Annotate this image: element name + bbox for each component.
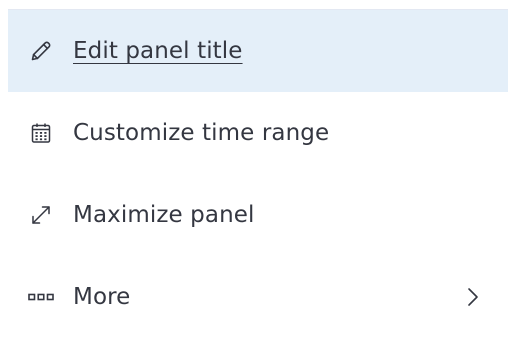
panel-context-menu: Edit panel title Customize time range Ma…: [0, 0, 508, 329]
menu-item-more[interactable]: More: [8, 256, 508, 338]
calendar-icon: [28, 120, 54, 146]
menu-item-maximize-panel[interactable]: Maximize panel: [8, 174, 508, 256]
menu-item-label: Customize time range: [73, 119, 330, 146]
menu-item-label: More: [73, 283, 131, 310]
pencil-icon: [28, 38, 54, 64]
menu-item-label: Maximize panel: [73, 201, 255, 228]
menu-item-customize-time-range[interactable]: Customize time range: [8, 92, 508, 174]
chevron-right-icon: [466, 286, 480, 308]
menu-item-label: Edit panel title: [73, 37, 243, 64]
more-dots-icon: [28, 284, 54, 310]
expand-icon: [28, 202, 54, 228]
menu-item-edit-panel-title[interactable]: Edit panel title: [8, 10, 508, 92]
